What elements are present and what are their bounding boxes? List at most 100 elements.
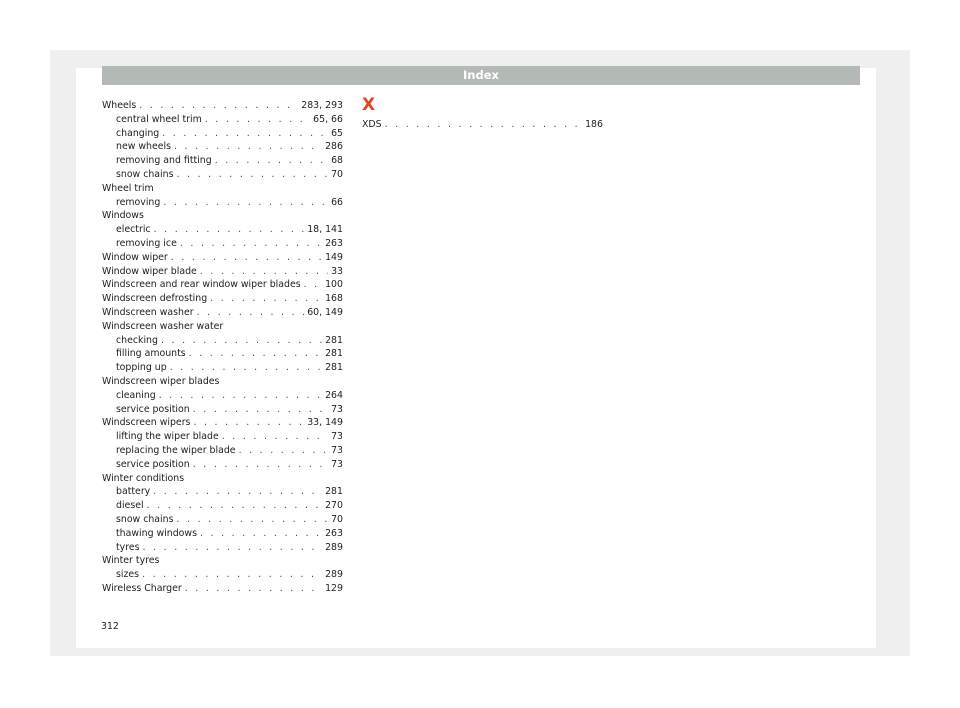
page-reference[interactable]: 33 bbox=[331, 265, 343, 279]
index-column-left: Wheels283, 293central wheel trim65, 66ch… bbox=[102, 99, 343, 596]
entry-label: Wireless Charger bbox=[102, 582, 182, 594]
page-reference[interactable]: 270 bbox=[325, 499, 343, 513]
page-reference[interactable]: 73 bbox=[331, 444, 343, 458]
index-subentry: tyres 289 bbox=[102, 541, 343, 555]
section-header: Index bbox=[102, 66, 860, 85]
dot-leader bbox=[193, 458, 328, 472]
page-reference[interactable]: 281 bbox=[325, 334, 343, 348]
index-entry: Wireless Charger 129 bbox=[102, 582, 343, 596]
entry-label: Wheels bbox=[102, 100, 137, 111]
page-reference[interactable]: 281 bbox=[325, 347, 343, 361]
entry-label: thawing windows bbox=[116, 527, 197, 539]
index-heading: Winter conditions bbox=[102, 472, 185, 484]
index-heading: Windows bbox=[102, 210, 144, 222]
dot-leader bbox=[143, 541, 323, 555]
dot-leader bbox=[147, 499, 323, 513]
page-reference[interactable]: 68 bbox=[331, 154, 343, 168]
page-reference[interactable]: 264 bbox=[325, 389, 343, 403]
dot-leader bbox=[210, 292, 322, 306]
index-subentry: removing and fitting 68 bbox=[102, 154, 343, 168]
entry-label: electric bbox=[116, 224, 151, 236]
index-entry: Wheels 283, 293 bbox=[102, 99, 343, 113]
page-reference[interactable]: 73 bbox=[331, 458, 343, 472]
index-heading: Winter tyres bbox=[102, 555, 160, 567]
page-reference[interactable]: 73 bbox=[331, 430, 343, 444]
page-reference[interactable]: 129 bbox=[325, 582, 343, 596]
index-subentry: central wheel trim 65, 66 bbox=[102, 113, 343, 127]
index-entry: Windscreen washer 60, 149 bbox=[102, 306, 343, 320]
page-reference[interactable]: 281 bbox=[325, 485, 343, 499]
index-subentry: electric 18, 141 bbox=[102, 223, 343, 237]
dot-leader bbox=[304, 278, 322, 292]
index-entry: Window wiper blade 33 bbox=[102, 265, 343, 279]
dot-leader bbox=[193, 416, 304, 430]
dot-leader bbox=[189, 347, 322, 361]
entry-label: sizes bbox=[116, 569, 140, 581]
dot-leader bbox=[200, 265, 328, 279]
page-reference[interactable]: 73 bbox=[331, 403, 343, 417]
dot-leader bbox=[161, 334, 322, 348]
page-reference[interactable]: 263 bbox=[325, 237, 343, 251]
page-reference[interactable]: 281 bbox=[325, 361, 343, 375]
page-reference[interactable]: 149 bbox=[325, 251, 343, 265]
page-reference[interactable]: 66 bbox=[331, 196, 343, 210]
index-entry: Windscreen wipers 33, 149 bbox=[102, 416, 343, 430]
page-reference[interactable]: 186 bbox=[585, 118, 603, 132]
entry-label: Window wiper blade bbox=[102, 265, 197, 277]
page-reference[interactable]: 289 bbox=[325, 541, 343, 555]
entry-label: lifting the wiper blade bbox=[116, 431, 219, 443]
dot-leader bbox=[197, 306, 305, 320]
dot-leader bbox=[153, 485, 322, 499]
dot-leader bbox=[385, 118, 583, 132]
entry-label: central wheel trim bbox=[116, 113, 202, 125]
page-reference[interactable]: 33, 149 bbox=[307, 416, 343, 430]
page-reference[interactable]: 168 bbox=[325, 292, 343, 306]
dot-leader bbox=[139, 99, 298, 113]
index-subentry: cleaning 264 bbox=[102, 389, 343, 403]
dot-leader bbox=[159, 389, 322, 403]
page-reference[interactable]: 65, 66 bbox=[313, 113, 343, 127]
entry-label: Windscreen wipers bbox=[102, 417, 191, 429]
dot-leader bbox=[239, 444, 329, 458]
entry-label: Windscreen and rear window wiper blades bbox=[102, 279, 301, 291]
dot-leader bbox=[174, 140, 322, 154]
page-reference[interactable]: 70 bbox=[331, 513, 343, 527]
dot-leader bbox=[163, 196, 328, 210]
entry-label: tyres bbox=[116, 541, 140, 553]
index-subentry: removing ice 263 bbox=[102, 237, 343, 251]
index-subentry: snow chains 70 bbox=[102, 513, 343, 527]
index-subentry: changing 65 bbox=[102, 127, 343, 141]
index-subentry: thawing windows 263 bbox=[102, 527, 343, 541]
page-reference[interactable]: 283, 293 bbox=[301, 99, 343, 113]
entry-label: changing bbox=[116, 127, 160, 139]
page-reference[interactable]: 263 bbox=[325, 527, 343, 541]
dot-leader bbox=[180, 237, 322, 251]
index-subentry: new wheels 286 bbox=[102, 140, 343, 154]
page-reference[interactable]: 289 bbox=[325, 568, 343, 582]
page-reference[interactable]: 286 bbox=[325, 140, 343, 154]
page-reference[interactable]: 18, 141 bbox=[307, 223, 343, 237]
page-reference[interactable]: 60, 149 bbox=[307, 306, 343, 320]
dot-leader bbox=[162, 127, 328, 141]
page-reference[interactable]: 100 bbox=[325, 278, 343, 292]
dot-leader bbox=[193, 403, 328, 417]
entry-label: service position bbox=[116, 458, 190, 470]
page-reference[interactable]: 65 bbox=[331, 127, 343, 141]
index-subentry: removing 66 bbox=[102, 196, 343, 210]
page-reference[interactable]: 70 bbox=[331, 168, 343, 182]
index-entry: Window wiper 149 bbox=[102, 251, 343, 265]
entry-label: checking bbox=[116, 334, 158, 346]
entry-label: cleaning bbox=[116, 389, 156, 401]
entry-label: service position bbox=[116, 403, 190, 415]
entry-label: new wheels bbox=[116, 141, 171, 153]
index-column-right: X XDS 186 bbox=[362, 95, 603, 132]
entry-label: topping up bbox=[116, 362, 167, 374]
index-letter: X bbox=[362, 95, 376, 115]
index-subentry: diesel 270 bbox=[102, 499, 343, 513]
index-subentry: replacing the wiper blade 73 bbox=[102, 444, 343, 458]
dot-leader bbox=[171, 251, 322, 265]
index-heading: Windscreen washer water bbox=[102, 320, 224, 332]
entry-label: Windscreen defrosting bbox=[102, 293, 208, 305]
index-subentry: lifting the wiper blade 73 bbox=[102, 430, 343, 444]
entry-label: XDS bbox=[362, 119, 382, 130]
